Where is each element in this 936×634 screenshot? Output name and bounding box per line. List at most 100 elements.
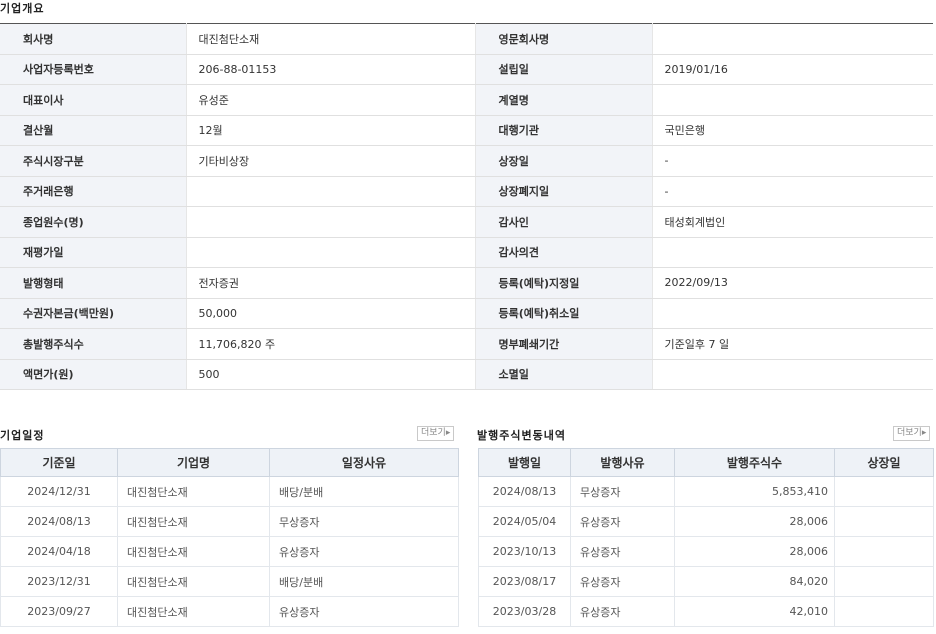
field-value [651,237,933,268]
table-cell: 5,853,410 [674,476,835,507]
field-value [651,359,933,390]
field-label: 액면가(원) [0,359,186,390]
field-value: 유성준 [185,84,475,116]
table-row: 2024/05/04 유상증자 28,006 [478,506,934,537]
field-value: 기타비상장 [185,145,475,177]
field-value: 2022/09/13 [651,267,933,299]
table-cell: 2024/12/31 [0,476,118,507]
field-label: 감사의견 [474,237,652,268]
column-header: 발행일 [478,448,571,477]
field-label: 설립일 [474,54,652,85]
overview-row: 결산월 12월 대행기관 국민은행 [0,115,933,146]
table-row: 2024/04/18 대진첨단소재 유상증자 [0,536,459,567]
field-value: 전자증권 [185,267,475,299]
field-label: 종업원수(명) [0,206,186,238]
table-row: 2024/08/13 대진첨단소재 무상증자 [0,506,459,537]
company-overview-table: 회사명 대진첨단소재 영문회사명 사업자등록번호 206-88-01153 설립일 2019… [0,23,933,390]
shares-title: 발행주식변동내역 [477,429,566,442]
table-cell [834,566,934,597]
field-label: 명부폐쇄기간 [474,328,652,360]
table-cell: 42,010 [674,596,835,627]
overview-title: 기업개요 [0,2,45,15]
table-cell: 유상증자 [269,536,459,567]
table-cell [834,476,934,507]
schedule-table: 기준일 기업명 일정사유 2024/12/31 대진첨단소재 배당/분배 2024/08/… [0,448,459,627]
table-cell: 유상증자 [570,536,675,567]
column-header: 상장일 [834,448,934,477]
field-label: 회사명 [0,23,186,55]
table-cell: 배당/분배 [269,566,459,597]
table-cell [834,536,934,567]
table-row: 2023/12/31 대진첨단소재 배당/분배 [0,566,459,597]
table-cell: 배당/분배 [269,476,459,507]
table-cell: 대진첨단소재 [117,476,270,507]
field-value: 국민은행 [651,115,933,146]
table-cell: 무상증자 [570,476,675,507]
overview-row: 주거래은행 상장폐지일 - [0,176,933,207]
column-header: 발행사유 [570,448,675,477]
table-cell: 유상증자 [570,566,675,597]
table-cell: 2024/05/04 [478,506,571,537]
table-row: 2024/08/13 무상증자 5,853,410 [478,476,934,507]
field-label: 대행기관 [474,115,652,146]
column-header: 일정사유 [269,448,459,477]
table-cell: 2023/09/27 [0,596,118,627]
table-cell: 2024/08/13 [478,476,571,507]
column-header: 발행주식수 [674,448,835,477]
overview-row: 재평가일 감사의견 [0,237,933,268]
field-label: 발행형태 [0,267,186,299]
field-value: - [651,145,933,177]
table-cell: 대진첨단소재 [117,566,270,597]
field-value [651,84,933,116]
table-cell: 2023/12/31 [0,566,118,597]
field-label: 계열명 [474,84,652,116]
table-cell: 유상증자 [570,506,675,537]
overview-row: 액면가(원) 500 소멸일 [0,359,933,390]
table-cell: 대진첨단소재 [117,506,270,537]
field-value: 206-88-01153 [185,54,475,85]
table-cell: 2023/10/13 [478,536,571,567]
overview-row: 대표이사 유성준 계열명 [0,84,933,116]
field-label: 상장일 [474,145,652,177]
schedule-more-button[interactable]: 더보기▸ [417,426,455,441]
overview-row: 총발행주식수 11,706,820 주 명부폐쇄기간 기준일후 7 일 [0,328,933,360]
table-cell: 2023/03/28 [478,596,571,627]
table-cell [834,506,934,537]
table-cell: 무상증자 [269,506,459,537]
table-cell: 대진첨단소재 [117,536,270,567]
field-value: 기준일후 7 일 [651,328,933,360]
table-cell: 대진첨단소재 [117,596,270,627]
table-cell: 84,020 [674,566,835,597]
field-label: 재평가일 [0,237,186,268]
field-label: 감사인 [474,206,652,238]
shares-more-button[interactable]: 더보기▸ [893,426,931,441]
field-value [185,176,475,207]
field-value [185,206,475,238]
field-label: 상장폐지일 [474,176,652,207]
field-label: 주거래은행 [0,176,186,207]
field-label: 영문회사명 [474,23,652,55]
field-label: 수권자본금(백만원) [0,298,186,329]
field-value: - [651,176,933,207]
overview-row: 발행형태 전자증권 등록(예탁)지정일 2022/09/13 [0,267,933,299]
schedule-title: 기업일정 [0,429,45,442]
field-label: 주식시장구분 [0,145,186,177]
field-label: 사업자등록번호 [0,54,186,85]
field-value: 500 [185,359,475,390]
overview-row: 종업원수(명) 감사인 태성회계법인 [0,206,933,238]
table-row: 2023/08/17 유상증자 84,020 [478,566,934,597]
table-row: 2023/10/13 유상증자 28,006 [478,536,934,567]
column-header: 기업명 [117,448,270,477]
field-value: 11,706,820 주 [185,328,475,360]
table-cell: 2024/08/13 [0,506,118,537]
overview-row: 사업자등록번호 206-88-01153 설립일 2019/01/16 [0,54,933,85]
table-cell: 28,006 [674,506,835,537]
field-value: 2019/01/16 [651,54,933,85]
overview-row: 회사명 대진첨단소재 영문회사명 [0,23,933,55]
field-label: 총발행주식수 [0,328,186,360]
field-value: 50,000 [185,298,475,329]
field-value [185,237,475,268]
field-label: 결산월 [0,115,186,146]
field-value [651,23,933,55]
table-cell: 유상증자 [269,596,459,627]
